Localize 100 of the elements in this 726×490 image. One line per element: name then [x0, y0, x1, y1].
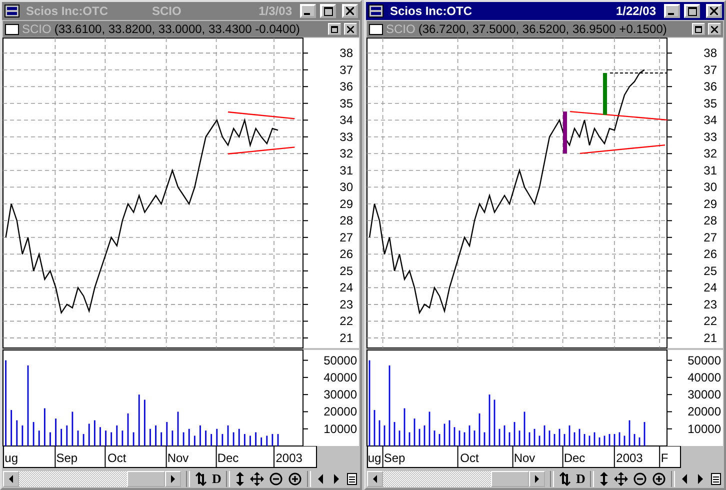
pane-icon [5, 24, 19, 34]
minimize-button[interactable] [664, 4, 680, 18]
axis-label: 20000 [688, 404, 721, 419]
month-label: Sep [56, 451, 78, 465]
axis-label: 21 [704, 330, 717, 345]
next-icon[interactable] [331, 472, 342, 486]
maximize-icon [688, 6, 696, 16]
move-icon[interactable] [250, 472, 264, 486]
scroll-thumb[interactable] [127, 471, 165, 487]
pane-symbol: SCIO [386, 22, 416, 36]
axis-label: 34 [704, 113, 717, 128]
axis-label: 40000 [688, 370, 721, 384]
restore-button[interactable] [328, 23, 341, 35]
quote-text: (33.6100, 33.8200, 33.0000, 33.4300 -0.0400) [54, 22, 301, 36]
list-icon[interactable] [346, 472, 358, 486]
month-label: 2003 [276, 451, 302, 465]
scrollbar[interactable] [3, 471, 181, 487]
scrollbar[interactable] [367, 471, 545, 487]
axis-label: 40000 [324, 370, 357, 384]
axis-label: 37 [704, 62, 717, 77]
month-label: ug [4, 451, 18, 465]
move-icon[interactable] [614, 472, 628, 486]
axis-label: 35 [704, 96, 717, 110]
axis-label: 28 [704, 214, 717, 228]
month-label: Dec [564, 451, 586, 465]
axis-label: 30 [340, 180, 353, 194]
daily-button[interactable]: D [576, 471, 586, 487]
month-label: 2003 [616, 451, 643, 465]
refresh-icon[interactable] [195, 472, 207, 486]
month-label: Nov [167, 451, 189, 465]
axis-label: 24 [704, 280, 717, 295]
pane-symbol: SCIO [22, 22, 52, 36]
axis-label: 24 [340, 280, 353, 295]
axis-label: 30 [704, 180, 717, 194]
scroll-right-icon[interactable] [529, 471, 545, 487]
refresh-icon[interactable] [559, 472, 571, 486]
scroll-thumb[interactable] [491, 471, 529, 487]
close-icon [710, 7, 718, 15]
window-title: Scios Inc:OTC [26, 4, 108, 18]
maximize-icon [324, 6, 332, 16]
axis-label: 29 [704, 196, 717, 211]
list-icon[interactable] [710, 472, 722, 486]
scroll-right-icon[interactable] [165, 471, 181, 487]
axis-label: 34 [340, 113, 353, 128]
axis-label: 32 [340, 146, 353, 161]
close-icon [346, 7, 354, 15]
axis-label: 32 [704, 146, 717, 161]
month-label: ug [368, 451, 382, 465]
month-label: Oct [460, 451, 479, 465]
axis-label: 31 [340, 163, 353, 178]
axis-label: 31 [704, 163, 717, 178]
axis-label: 36 [340, 80, 353, 94]
axis-label: 26 [340, 247, 353, 262]
daily-button[interactable]: D [212, 471, 222, 487]
zoom-in-icon[interactable] [288, 472, 302, 486]
vertical-arrows-icon[interactable] [599, 472, 610, 486]
close-button[interactable] [706, 4, 722, 18]
minimize-button[interactable] [300, 4, 316, 18]
restore-icon [331, 26, 338, 32]
month-label: F [660, 451, 668, 465]
close-icon [347, 26, 354, 32]
scroll-left-icon[interactable] [367, 471, 383, 487]
close-icon [711, 26, 718, 32]
axis-label: 10000 [324, 422, 357, 436]
film-icon [4, 4, 20, 18]
date-label: 1/22/03 [616, 4, 656, 18]
close-button[interactable] [708, 23, 721, 35]
axis-label: 33 [340, 130, 353, 144]
month-label: Sep [384, 451, 406, 465]
close-button[interactable] [342, 4, 358, 18]
maximize-button[interactable] [320, 4, 336, 18]
axis-label: 26 [704, 247, 717, 262]
close-button[interactable] [344, 23, 357, 35]
axis-label: 36 [704, 80, 717, 94]
zoom-out-icon[interactable] [269, 472, 284, 486]
axis-label: 29 [340, 196, 353, 211]
axis-label: 28 [340, 214, 353, 228]
maximize-button[interactable] [684, 4, 700, 18]
next-icon[interactable] [695, 472, 706, 486]
axis-label: 37 [340, 62, 353, 77]
axis-label: 30000 [324, 388, 357, 402]
axis-label: 10000 [688, 422, 721, 436]
zoom-out-icon[interactable] [633, 472, 648, 486]
axis-label: 25 [704, 264, 717, 278]
restore-button[interactable] [692, 23, 705, 35]
axis-label: 30000 [688, 388, 721, 402]
vertical-arrows-icon[interactable] [235, 472, 246, 486]
axis-label: 23 [340, 297, 353, 312]
axis-label: 20000 [324, 404, 357, 419]
axis-label: 27 [340, 230, 353, 244]
axis-label: 35 [340, 96, 353, 110]
axis-label: 22 [340, 314, 353, 328]
scroll-left-icon[interactable] [3, 471, 19, 487]
axis-label: 23 [704, 297, 717, 312]
axis-label: 25 [340, 264, 353, 278]
zoom-in-icon[interactable] [652, 472, 666, 486]
axis-label: 38 [704, 46, 717, 60]
month-label: Dec [217, 451, 239, 465]
axis-label: 21 [340, 330, 353, 345]
month-label: Oct [108, 451, 126, 465]
